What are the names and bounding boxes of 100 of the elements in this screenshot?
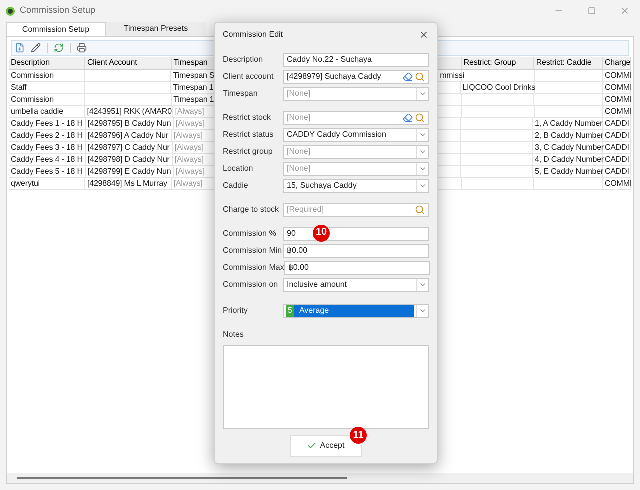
table-cell: 1, A Caddy Number <box>535 118 603 130</box>
app-logo-icon <box>6 6 15 16</box>
field-label: Timespan <box>223 88 259 100</box>
column-header[interactable]: Restrict: Caddie <box>536 57 592 69</box>
table-cell: qwerytui <box>11 178 40 190</box>
notes-field[interactable] <box>223 345 429 429</box>
table-cell: Timespan 1 <box>173 82 214 94</box>
dropdown-field[interactable]: 15, Suchaya Caddy <box>283 178 429 192</box>
table-cell: [Always] <box>174 178 203 190</box>
check-icon <box>307 441 318 451</box>
field-value: [None] <box>286 162 312 174</box>
eraser-icon[interactable] <box>403 112 413 122</box>
table-cell: COMMI <box>605 82 632 94</box>
text-field[interactable]: ฿0.00 <box>283 244 429 258</box>
column-header[interactable]: Client Account <box>87 57 138 69</box>
field-value: 15, Suchaya Caddy <box>286 180 358 192</box>
field-value: CADDY Caddy Commission <box>286 128 388 140</box>
table-cell: Timespan 1 <box>174 94 214 106</box>
table-cell: Caddy Fees 5 - 18 H <box>11 166 83 178</box>
field-label: Commission Max <box>223 262 284 274</box>
field-label: Location <box>223 162 254 174</box>
field-value: [Required] <box>286 204 325 216</box>
field-label: Commission Min <box>223 244 283 256</box>
column-header[interactable]: Description <box>11 57 50 69</box>
close-icon[interactable] <box>419 30 429 40</box>
table-cell: [Always] <box>176 118 205 130</box>
table-cell: [Always] <box>174 130 203 142</box>
printer-icon[interactable] <box>77 43 87 53</box>
tab[interactable]: Commission Setup <box>6 22 106 36</box>
dropdown-field[interactable]: Inclusive amount <box>283 278 429 292</box>
table-cell: COMMI <box>605 106 632 118</box>
field-label: Client account <box>223 70 275 82</box>
text-field[interactable]: ฿0.00 <box>284 260 430 274</box>
dropdown-field[interactable]: 5 Average <box>283 304 429 318</box>
priority-badge: 5 <box>286 305 294 317</box>
table-cell: COMMI <box>605 178 632 190</box>
table-cell: [4298849] Ms L Murray <box>87 178 168 190</box>
table-cell: [4243951] RKK (AMAR0 <box>87 106 172 118</box>
refresh-icon[interactable] <box>54 43 64 53</box>
table-cell: Caddy Fees 1 - 18 H <box>11 118 83 130</box>
table-cell: Commission <box>11 94 54 106</box>
field-value: [None] <box>286 146 312 158</box>
maximize-icon[interactable] <box>588 7 596 15</box>
table-cell: Staff <box>11 82 27 94</box>
table-cell: [Always] <box>176 166 205 178</box>
step-marker: 11 <box>350 427 367 444</box>
column-header[interactable]: Restrict: Group <box>464 57 516 69</box>
chevron-down-icon <box>418 307 426 315</box>
field-label: Description <box>223 54 264 66</box>
table-cell: Commission <box>11 70 54 82</box>
table-cell: CADDI <box>605 130 630 142</box>
field-label: Restrict group <box>223 146 274 158</box>
table-cell: mmissi <box>440 70 464 82</box>
field-label: Restrict stock <box>223 112 272 124</box>
table-cell: COMMI <box>605 94 632 106</box>
table-cell: [4298797] C Caddy Nur <box>88 142 170 154</box>
field-value: [None] <box>286 88 312 100</box>
table-cell: 3, C Caddy Number <box>535 142 604 154</box>
table-cell: 5, E Caddy Number <box>535 166 604 178</box>
search-icon[interactable] <box>415 112 425 122</box>
table-cell: [4298798] D Caddy Nur <box>88 154 170 166</box>
field-label: Caddie <box>223 180 250 192</box>
table-cell: 4, D Caddy Number <box>535 154 604 166</box>
window-title: Commission Setup <box>20 4 96 18</box>
table-cell: [4298796] A Caddy Nur <box>88 130 169 142</box>
field-label: Charge to stock <box>223 204 280 216</box>
search-icon[interactable] <box>415 72 425 82</box>
tab[interactable]: Timespan Presets <box>106 22 206 36</box>
table-cell: Caddy Fees 2 - 18 H <box>11 130 83 142</box>
field-label: Commission on <box>223 278 280 290</box>
field-value: 90 <box>286 228 297 240</box>
table-cell: [4298795] B Caddy Nun <box>88 118 172 130</box>
table-cell: CADDI <box>605 142 630 154</box>
horizontal-scrollbar[interactable] <box>7 473 633 483</box>
edit-icon[interactable] <box>31 43 41 53</box>
step-marker: 10 <box>313 224 330 242</box>
table-cell: Caddy Fees 3 - 18 H <box>11 142 83 154</box>
text-field[interactable]: Caddy No.22 - Suchaya <box>283 52 429 66</box>
field-value: Average <box>298 305 330 317</box>
notes-label: Notes <box>223 329 245 341</box>
column-header[interactable]: Charge <box>605 57 631 69</box>
field-label: Commission % <box>223 228 278 240</box>
dropdown-field[interactable]: CADDY Caddy Commission <box>283 128 429 142</box>
table-cell: Caddy Fees 4 - 18 H <box>11 154 83 166</box>
new-document-icon[interactable] <box>15 43 25 53</box>
table-cell: 2, B Caddy Number <box>535 130 604 142</box>
table-cell: COMMI <box>604 70 632 82</box>
lookup-field[interactable]: [4298979] Suchaya Caddy <box>283 70 429 84</box>
table-cell: umbella caddie <box>11 106 64 118</box>
field-value: ฿0.00 <box>286 244 309 256</box>
eraser-icon[interactable] <box>403 72 413 82</box>
table-cell: LIQCOO Cool Drinks <box>462 82 536 94</box>
table-cell: [Always] <box>175 106 204 118</box>
dialog-title: Commission Edit <box>223 29 284 41</box>
field-label: Restrict status <box>223 128 275 140</box>
table-cell: CADDI <box>605 118 630 130</box>
table-cell: [Always] <box>174 154 204 166</box>
column-header[interactable]: Timespan <box>174 57 208 69</box>
search-icon[interactable] <box>415 204 425 214</box>
table-cell: CADDI <box>605 154 630 166</box>
